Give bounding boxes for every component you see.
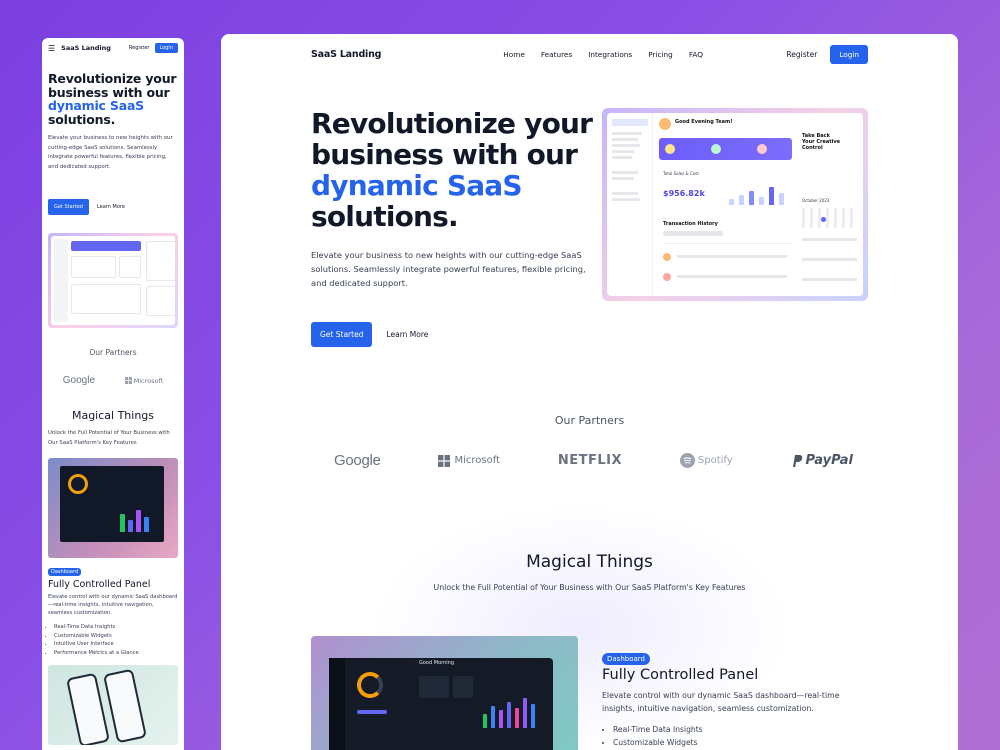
partners-title: Our Partners (554, 414, 625, 427)
mock-greeting: Good Evening Team! (675, 119, 733, 125)
hero-title-highlight: dynamic SaaS (311, 169, 523, 202)
microsoft-logo: Microsoft (124, 376, 164, 385)
nav-item-faq[interactable]: FAQ (689, 50, 703, 59)
list-item: Customizable Widgets (54, 632, 178, 641)
paypal-icon (792, 454, 802, 467)
desktop-preview: SaaS Landing Home Features Integrations … (221, 34, 958, 750)
paypal-label: PayPal (805, 453, 853, 468)
mock-good-morning: Good Morning (419, 660, 454, 666)
hero-description: Elevate your business to new heights wit… (311, 250, 586, 288)
desktop-menu: Home Features Integrations Pricing FAQ (503, 50, 703, 59)
hero-title-highlight: dynamic SaaS (48, 98, 144, 113)
dashboard-thumbnail (51, 236, 175, 325)
mock-sales-label: Total Sales & Cost (663, 171, 699, 176)
nav-item-features[interactable]: Features (541, 50, 572, 59)
list-item: Intuitive User Interface (54, 640, 178, 649)
mock-calendar-month: October 2023 (802, 198, 830, 203)
hero-cta-row: Get Started Learn More (311, 322, 428, 347)
nav-item-pricing[interactable]: Pricing (648, 50, 673, 59)
feature-description: Elevate control with our dynamic SaaS da… (602, 691, 840, 713)
mock-sidebar (607, 113, 653, 296)
hero-title-line: Revolutionize your (311, 107, 593, 140)
mock-color-bars (479, 684, 554, 728)
list-item: Performance Metrics at a Glance (54, 649, 178, 658)
dashboard-mockup: Good Evening Team! Total Sales & Cost $9… (607, 113, 863, 296)
mobile-cta-row: Get Started Learn More (42, 172, 184, 215)
avatar (659, 118, 671, 130)
hero-title-line: business with our (311, 138, 578, 171)
nav-item-home[interactable]: Home (503, 50, 525, 59)
spotify-icon (679, 453, 695, 468)
netflix-logo: NETFLIX (557, 453, 622, 468)
microsoft-icon (124, 377, 132, 384)
microsoft-label: Microsoft (454, 455, 500, 466)
nav-item-integrations[interactable]: Integrations (588, 50, 632, 59)
mobile-preview: ☰ SaaS Landing Register Login Revolution… (42, 38, 184, 750)
google-logo: Google (62, 375, 96, 386)
hero-title-line: solutions. (48, 111, 116, 127)
mobile-hero-title: Revolutionize your business with our dyn… (42, 58, 184, 126)
mock-transactions-title: Transaction History (663, 221, 718, 227)
hero-title-line: solutions. (311, 200, 459, 233)
hamburger-menu-icon[interactable]: ☰ (48, 44, 55, 53)
mobile-dashboard-screenshot (48, 233, 178, 328)
list-item: Customizable Widgets (613, 737, 703, 750)
mock-bar-chart (725, 175, 789, 205)
mobile-learn-more-link[interactable]: Learn More (97, 204, 125, 210)
google-logo: Google (334, 452, 381, 469)
microsoft-icon (438, 454, 451, 467)
hero-title-line: Revolutionize your (48, 71, 177, 86)
feature-title: Fully Controlled Panel (602, 667, 759, 683)
microsoft-label: Microsoft (133, 376, 164, 385)
mobile-magic-title: Magical Things (71, 409, 155, 422)
dark-dashboard-mockup: Good Morning (329, 658, 553, 750)
mobile-feature-title: Fully Controlled Panel (48, 579, 151, 590)
dark-dashboard-thumbnail (60, 466, 164, 542)
mobile-register-link[interactable]: Register (129, 45, 150, 51)
feature-image: Good Morning (311, 636, 578, 750)
mobile-feature-badge: Dashboard (48, 568, 82, 576)
mock-side-title: Take Back Your Creative Control (802, 133, 841, 151)
mobile-feature-list: Real-Time Data Insights Customizable Wid… (42, 617, 184, 657)
spotify-label: Spotify (697, 455, 733, 466)
magic-title: Magical Things (526, 552, 653, 572)
login-button[interactable]: Login (830, 44, 868, 64)
mobile-partners-title: Our Partners (89, 348, 137, 357)
mobile-navbar: ☰ SaaS Landing Register Login (42, 38, 184, 58)
feature-badge: Dashboard (602, 653, 650, 665)
mobile-logo[interactable]: SaaS Landing (61, 44, 111, 52)
dashboard-screenshot: Good Evening Team! Total Sales & Cost $9… (602, 108, 868, 301)
feature-list: Real-Time Data Insights Customizable Wid… (613, 724, 703, 749)
list-item: Real-Time Data Insights (613, 724, 703, 737)
mock-sales-value: $956.82k (663, 189, 705, 198)
desktop-navbar: SaaS Landing Home Features Integrations … (311, 42, 868, 66)
mobile-feature-description: Elevate control with our dynamic SaaS da… (48, 594, 178, 616)
mobile-login-button[interactable]: Login (154, 43, 178, 53)
hero-title: Revolutionize your business with our dyn… (311, 107, 593, 233)
mobile-get-started-button[interactable]: Get Started (48, 199, 89, 215)
paypal-logo: PayPal (791, 453, 853, 468)
hero-title-line: business with our (48, 84, 170, 100)
magic-subtitle: Unlock the Full Potential of Your Busine… (433, 583, 746, 592)
mobile-magic-subtitle: Unlock the Full Potential of Your Busine… (48, 430, 170, 446)
mobile-partners-row: Google Microsoft (42, 375, 184, 386)
get-started-button[interactable]: Get Started (311, 322, 373, 347)
mobile-phones-image (48, 665, 178, 746)
spotify-logo: Spotify (679, 453, 733, 468)
microsoft-logo: Microsoft (438, 454, 500, 467)
list-item: Real-Time Data Insights (54, 623, 178, 632)
mock-stats-banner (659, 138, 792, 160)
partners-row: Google Microsoft NETFLIX Spotify PayPal (334, 452, 853, 469)
gauge (357, 672, 383, 698)
desktop-logo[interactable]: SaaS Landing (311, 49, 381, 60)
learn-more-link[interactable]: Learn More (386, 330, 428, 339)
mobile-feature-image (48, 458, 178, 558)
mobile-hero-description: Elevate your business to new heights wit… (48, 135, 173, 170)
register-link[interactable]: Register (786, 50, 817, 59)
